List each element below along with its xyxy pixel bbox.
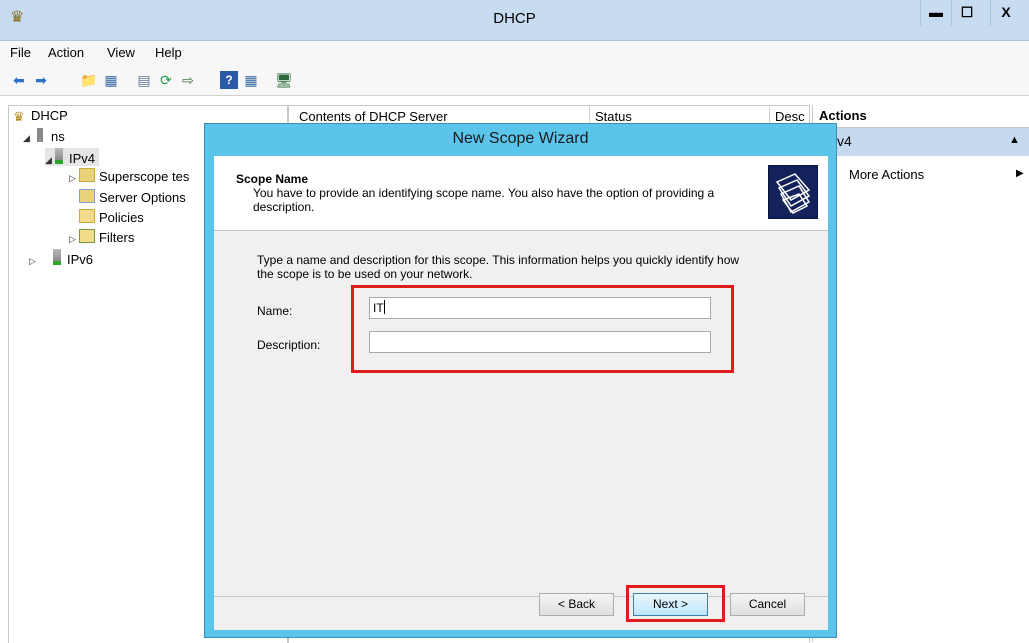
up-folder-icon[interactable]: 📁 [80, 71, 98, 89]
export-list-icon[interactable]: ⇨ [179, 71, 197, 89]
window-title: DHCP [493, 10, 536, 27]
actions-section-ipv4[interactable]: v4 ▲ [813, 128, 1029, 156]
server-monitor-icon[interactable]: 🖥 [275, 71, 293, 89]
dhcp-icon: ♛ [13, 109, 25, 124]
policies-icon [79, 209, 95, 223]
tree-item-server[interactable]: ◢ ns [23, 128, 65, 144]
tree-item-superscope[interactable]: ▷ Superscope tes [69, 168, 189, 184]
more-actions-link[interactable]: More Actions [849, 167, 924, 182]
new-scope-wizard-dialog: New Scope Wizard Scope Name You have to … [204, 123, 837, 638]
tree-item-filters[interactable]: ▷ Filters [69, 229, 134, 245]
show-hide-tree-icon[interactable]: ▦ [102, 71, 120, 89]
expanded-triangle-icon[interactable]: ◢ [23, 133, 33, 144]
section-description: You have to provide an identifying scope… [253, 186, 715, 214]
back-button[interactable]: < Back [539, 593, 614, 616]
description-label: Description: [257, 338, 321, 352]
folder-icon [79, 168, 95, 182]
column-header-contents[interactable]: Contents of DHCP Server [299, 109, 448, 124]
properties-icon[interactable]: ▤ [135, 71, 153, 89]
action-pane-icon[interactable]: ▦ [242, 71, 260, 89]
minimize-button[interactable]: ▬ [920, 0, 951, 26]
column-header-status[interactable]: Status [595, 109, 632, 124]
name-label: Name: [257, 304, 293, 318]
tree-item-dhcp[interactable]: ♛ DHCP [13, 108, 68, 124]
forward-arrow-icon[interactable]: ➡ [32, 71, 50, 89]
column-divider[interactable] [589, 106, 590, 124]
server-icon [37, 128, 43, 142]
fields-highlight-box [351, 285, 734, 373]
refresh-icon[interactable]: ⟳ [157, 71, 175, 89]
toolbar: ⬅ ➡ 📁 ▦ ▤ ⟳ ⇨ ? ▦ 🖥 [0, 65, 1029, 96]
section-title: Scope Name [236, 172, 309, 186]
collapsed-triangle-icon[interactable]: ▷ [69, 173, 79, 184]
tree-item-policies[interactable]: Policies [79, 209, 144, 225]
menu-file[interactable]: File [10, 45, 31, 60]
column-header-description[interactable]: Desc [775, 109, 805, 124]
dialog-body: Scope Name You have to provide an identi… [214, 156, 828, 630]
server-options-icon [79, 189, 95, 203]
collapsed-triangle-icon[interactable]: ▷ [29, 256, 39, 267]
tree-item-server-options[interactable]: Server Options [79, 189, 186, 205]
menu-help[interactable]: Help [155, 45, 182, 60]
menu-bar: File Action View Help [0, 41, 1029, 65]
intro-text: Type a name and description for this sco… [257, 253, 740, 281]
filters-icon [79, 229, 95, 243]
cancel-button[interactable]: Cancel [730, 593, 805, 616]
back-arrow-icon[interactable]: ⬅ [10, 71, 28, 89]
help-icon[interactable]: ? [220, 71, 238, 89]
tree-item-ipv6[interactable]: ▷ IPv6 [29, 249, 93, 267]
menu-action[interactable]: Action [48, 45, 84, 60]
maximize-button[interactable]: ☐ [951, 0, 982, 26]
collapsed-triangle-icon[interactable]: ▷ [69, 234, 79, 245]
next-highlight-box [626, 585, 725, 622]
column-divider[interactable] [769, 106, 770, 124]
tree-item-ipv4[interactable]: ◢ IPv4 [45, 148, 100, 166]
submenu-arrow-icon[interactable]: ▶ [1016, 168, 1024, 179]
actions-header-label: Actions [819, 108, 867, 123]
collapse-up-icon[interactable]: ▲ [1009, 134, 1020, 146]
wizard-page-header: Scope Name You have to provide an identi… [214, 156, 828, 231]
ipv4-icon [55, 148, 63, 164]
wizard-folders-icon [768, 165, 818, 219]
close-button[interactable]: X [990, 0, 1021, 26]
expanded-triangle-icon[interactable]: ◢ [45, 155, 55, 166]
menu-view[interactable]: View [107, 45, 135, 60]
actions-section-label: v4 [837, 133, 852, 149]
actions-pane: Actions v4 ▲ More Actions ▶ [812, 105, 1029, 642]
dialog-title: New Scope Wizard [452, 130, 589, 147]
ipv6-icon [53, 249, 61, 265]
title-bar: ♛ DHCP ▬ ☐ X [0, 0, 1029, 41]
actions-header: Actions [813, 105, 1029, 128]
